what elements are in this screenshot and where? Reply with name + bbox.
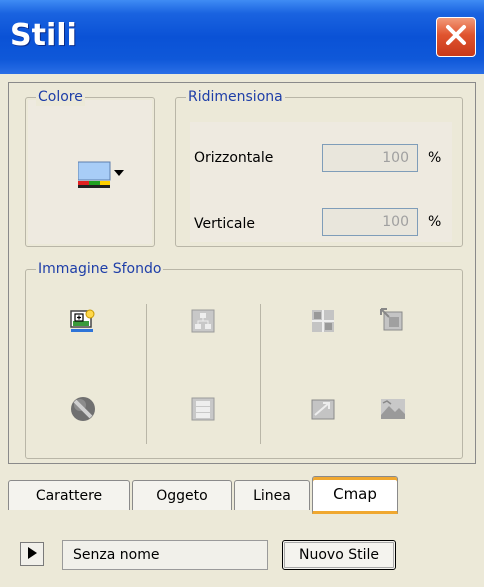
immagine-sfondo-legend: Immagine Sfondo: [36, 260, 164, 278]
remove-image-button[interactable]: [66, 394, 100, 428]
divider: [146, 304, 147, 444]
ridimensiona-legend: Ridimensiona: [186, 88, 285, 106]
title-bar: Stili: [0, 0, 484, 74]
position-center-icon: [309, 307, 337, 339]
horizontal-label: Orizzontale: [194, 150, 274, 166]
play-icon: [26, 545, 38, 564]
stretch-image-button[interactable]: [376, 306, 410, 340]
landscape-image-icon: [379, 395, 407, 427]
color-picker-icon: [77, 161, 128, 194]
stretch-image-icon: [379, 307, 407, 339]
tab-oggeto[interactable]: Oggeto: [132, 480, 232, 510]
layout-tile-button[interactable]: [186, 306, 220, 340]
landscape-image-button[interactable]: [376, 394, 410, 428]
styles-panel: Colore Ridimensiona Orizzontale 100 % Ve…: [8, 82, 476, 464]
insert-image-icon: [69, 307, 97, 339]
divider: [260, 304, 261, 444]
tab-cmap[interactable]: Cmap: [312, 476, 398, 514]
colore-group: Colore: [25, 88, 155, 247]
vertical-unit: %: [428, 214, 442, 230]
vertical-field[interactable]: 100: [322, 208, 418, 236]
window-title: Stili: [10, 18, 77, 53]
tab-linea[interactable]: Linea: [234, 480, 310, 510]
layout-grid-button[interactable]: [186, 394, 220, 428]
ridimensiona-group: Ridimensiona Orizzontale 100 % Verticale…: [175, 88, 463, 247]
tab-bar: Carattere Oggeto Linea Cmap: [8, 476, 428, 516]
close-button[interactable]: [436, 17, 476, 57]
color-picker-button[interactable]: [77, 160, 128, 190]
style-name-field[interactable]: Senza nome: [62, 540, 268, 570]
remove-image-icon: [69, 395, 97, 427]
fit-image-icon: [309, 395, 337, 427]
horizontal-unit: %: [428, 150, 442, 166]
layout-grid-icon: [189, 395, 217, 427]
new-style-button[interactable]: Nuovo Stile: [282, 540, 396, 570]
layout-tile-icon: [189, 307, 217, 339]
close-icon: [443, 22, 469, 52]
tab-carattere[interactable]: Carattere: [8, 480, 130, 510]
horizontal-field[interactable]: 100: [322, 144, 418, 172]
vertical-label: Verticale: [194, 216, 256, 232]
play-button[interactable]: [20, 542, 44, 566]
immagine-sfondo-group: Immagine Sfondo: [25, 260, 463, 459]
position-center-button[interactable]: [306, 306, 340, 340]
colore-legend: Colore: [36, 88, 85, 106]
fit-image-button[interactable]: [306, 394, 340, 428]
insert-image-button[interactable]: [66, 306, 100, 340]
